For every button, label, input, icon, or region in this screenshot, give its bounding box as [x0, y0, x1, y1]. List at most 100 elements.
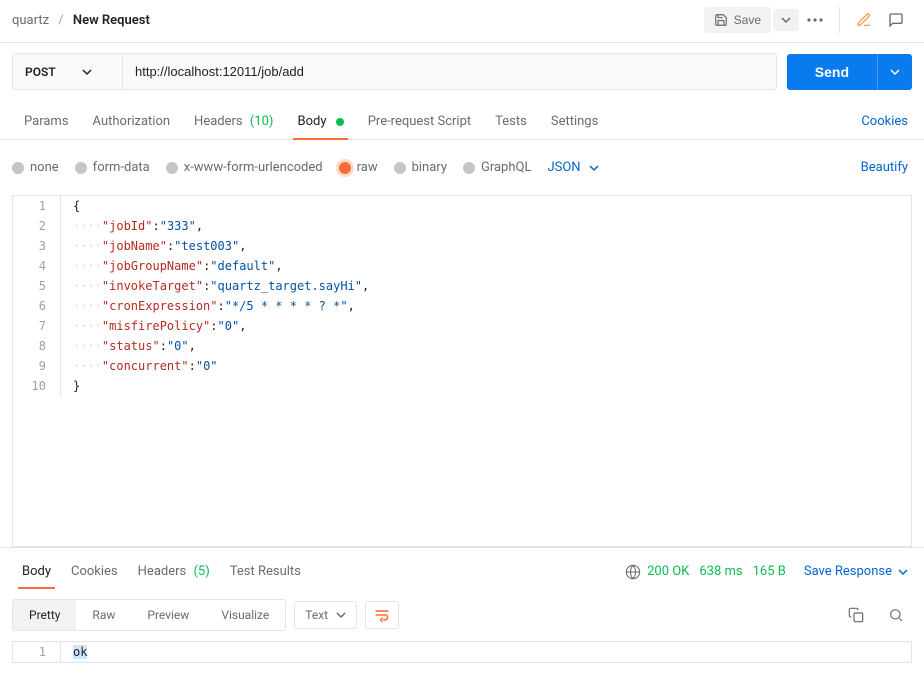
- save-response-label: Save Response: [804, 564, 892, 579]
- title-bar: quartz / New Request Save: [0, 0, 924, 43]
- more-actions-button[interactable]: [799, 12, 831, 28]
- url-input[interactable]: [123, 54, 776, 89]
- editor-line[interactable]: 4····"jobGroupName":"default",: [13, 256, 911, 276]
- chevron-down-icon: [336, 610, 346, 620]
- line-code[interactable]: ····"jobId":"333",: [61, 216, 911, 236]
- tab-authorization[interactable]: Authorization: [81, 104, 183, 139]
- breadcrumb-name[interactable]: New Request: [73, 13, 150, 28]
- editor-line[interactable]: 2····"jobId":"333",: [13, 216, 911, 236]
- response-tab-headers[interactable]: Headers (5): [128, 554, 220, 589]
- line-code[interactable]: ····"misfirePolicy":"0",: [61, 316, 911, 336]
- tab-pre-request-script[interactable]: Pre-request Script: [356, 104, 483, 139]
- request-body-editor[interactable]: 1{2····"jobId":"333",3····"jobName":"tes…: [12, 195, 912, 547]
- cookies-link[interactable]: Cookies: [857, 104, 912, 139]
- breadcrumb-separator: /: [58, 13, 63, 28]
- search-icon: [888, 607, 904, 623]
- response-view-preview[interactable]: Preview: [131, 600, 205, 630]
- send-button-group: Send: [787, 54, 912, 90]
- editor-line[interactable]: 3····"jobName":"test003",: [13, 236, 911, 256]
- response-format-value: Text: [305, 608, 328, 622]
- comment-icon: [888, 12, 904, 28]
- radio-icon: [463, 162, 475, 174]
- tab-body[interactable]: Body: [285, 104, 355, 139]
- body-type-row: none form-data x-www-form-urlencoded raw…: [0, 140, 924, 195]
- tab-headers-label: Headers: [194, 114, 243, 129]
- raw-language-value: JSON: [547, 160, 580, 175]
- response-view-raw[interactable]: Raw: [76, 600, 131, 630]
- tab-settings[interactable]: Settings: [539, 104, 610, 139]
- breadcrumb-folder[interactable]: quartz: [12, 13, 49, 28]
- line-code[interactable]: ok: [61, 642, 911, 662]
- line-code[interactable]: ····"concurrent":"0": [61, 356, 911, 376]
- beautify-link[interactable]: Beautify: [857, 150, 912, 185]
- line-code[interactable]: }: [61, 376, 911, 396]
- send-button[interactable]: Send: [787, 54, 877, 90]
- line-number: 4: [13, 256, 61, 276]
- response-format-select[interactable]: Text: [294, 601, 357, 629]
- response-tabs: Body Cookies Headers (5) Test Results 20…: [0, 548, 924, 595]
- http-method-select[interactable]: POST: [13, 54, 123, 89]
- response-tab-cookies[interactable]: Cookies: [61, 554, 128, 589]
- network-icon[interactable]: [619, 564, 647, 580]
- body-type-binary[interactable]: binary: [394, 160, 447, 175]
- editor-line[interactable]: 8····"status":"0",: [13, 336, 911, 356]
- line-code[interactable]: ····"jobGroupName":"default",: [61, 256, 911, 276]
- line-code[interactable]: ····"status":"0",: [61, 336, 911, 356]
- save-button[interactable]: Save: [704, 7, 771, 33]
- line-code[interactable]: ····"jobName":"test003",: [61, 236, 911, 256]
- response-tab-body[interactable]: Body: [12, 554, 61, 589]
- method-url-group: POST: [12, 53, 777, 90]
- save-icon: [714, 13, 728, 27]
- tab-tests[interactable]: Tests: [483, 104, 539, 139]
- response-view-visualize[interactable]: Visualize: [205, 600, 285, 630]
- chevron-down-icon: [890, 67, 900, 77]
- editor-line[interactable]: 1ok: [13, 642, 911, 662]
- tab-headers[interactable]: Headers (10): [182, 104, 285, 139]
- line-number: 2: [13, 216, 61, 236]
- pencil-icon: [856, 12, 872, 28]
- line-number: 5: [13, 276, 61, 296]
- line-number: 8: [13, 336, 61, 356]
- editor-line[interactable]: 5····"invokeTarget":"quartz_target.sayHi…: [13, 276, 911, 296]
- line-number: 1: [13, 196, 61, 216]
- line-code[interactable]: {: [61, 196, 911, 216]
- line-number: 6: [13, 296, 61, 316]
- editor-line[interactable]: 9····"concurrent":"0": [13, 356, 911, 376]
- body-type-none[interactable]: none: [12, 160, 59, 175]
- edit-button[interactable]: [848, 6, 880, 34]
- body-type-raw[interactable]: raw: [339, 160, 378, 175]
- response-body-editor[interactable]: 1ok: [12, 641, 912, 663]
- copy-response-button[interactable]: [840, 601, 872, 629]
- response-view-pretty[interactable]: Pretty: [13, 600, 76, 630]
- editor-line[interactable]: 7····"misfirePolicy":"0",: [13, 316, 911, 336]
- send-button-dropdown[interactable]: [877, 54, 912, 90]
- response-view-tabs: Pretty Raw Preview Visualize: [12, 599, 286, 631]
- chevron-down-icon: [82, 67, 92, 77]
- editor-line[interactable]: 6····"cronExpression":"*/5 * * * * ? *",: [13, 296, 911, 316]
- ellipsis-icon: [807, 18, 823, 22]
- response-tab-test-results[interactable]: Test Results: [220, 554, 311, 589]
- save-response-link[interactable]: Save Response: [800, 554, 912, 589]
- tab-params[interactable]: Params: [12, 104, 81, 139]
- breadcrumb: quartz / New Request: [12, 13, 704, 28]
- tab-body-label: Body: [297, 114, 326, 129]
- raw-language-select[interactable]: JSON: [547, 160, 598, 175]
- line-code[interactable]: ····"invokeTarget":"quartz_target.sayHi"…: [61, 276, 911, 296]
- save-button-dropdown[interactable]: [773, 9, 799, 31]
- editor-line[interactable]: 10}: [13, 376, 911, 396]
- response-status: 200 OK: [647, 564, 689, 579]
- line-code[interactable]: ····"cronExpression":"*/5 * * * * ? *",: [61, 296, 911, 316]
- body-type-graphql[interactable]: GraphQL: [463, 160, 531, 175]
- chevron-down-icon: [589, 163, 599, 173]
- comments-button[interactable]: [880, 6, 912, 34]
- search-response-button[interactable]: [880, 601, 912, 629]
- body-type-x-www-form-urlencoded[interactable]: x-www-form-urlencoded: [166, 160, 323, 175]
- response-time: 638 ms: [699, 564, 742, 579]
- body-type-raw-label: raw: [357, 160, 378, 175]
- wrap-lines-button[interactable]: [365, 601, 399, 629]
- body-type-form-data[interactable]: form-data: [75, 160, 150, 175]
- response-toolbar: Pretty Raw Preview Visualize Text: [0, 595, 924, 641]
- request-row: POST Send: [0, 43, 924, 100]
- tab-headers-count: (10): [250, 114, 274, 129]
- editor-line[interactable]: 1{: [13, 196, 911, 216]
